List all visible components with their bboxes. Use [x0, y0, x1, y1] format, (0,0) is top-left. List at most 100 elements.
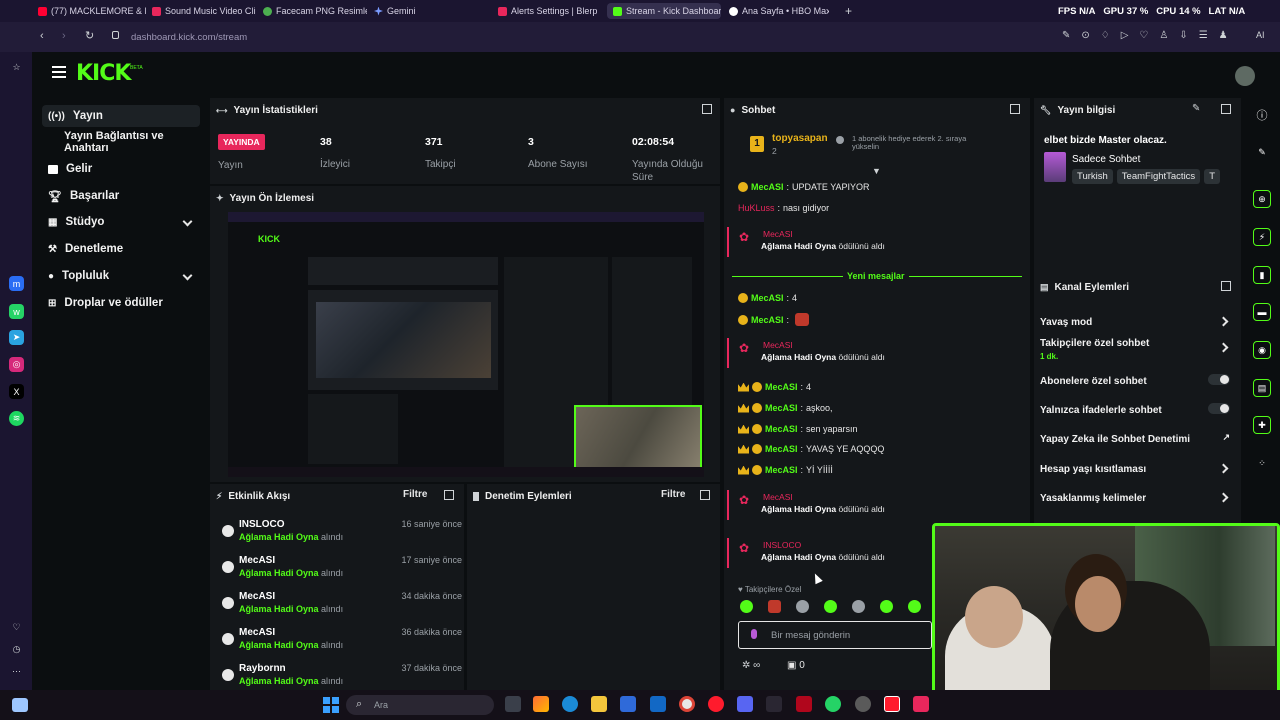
store-icon[interactable] — [620, 696, 636, 712]
menu-icon[interactable] — [52, 66, 66, 78]
task-view-icon[interactable] — [505, 696, 521, 712]
new-tab-icon[interactable]: + — [845, 4, 852, 18]
reward-icon: ✿ — [739, 341, 750, 355]
moderation-filter-button[interactable]: Filtre — [661, 489, 685, 500]
forward-icon[interactable]: › — [62, 30, 66, 42]
tag[interactable]: TeamFightTactics — [1116, 169, 1201, 184]
nav-item-stream[interactable]: ((•)) Yayın — [42, 105, 200, 127]
activity-filter-button[interactable]: Filtre — [403, 489, 427, 500]
tab-alerts-settings[interactable]: Alerts Settings | Blerp — [498, 3, 598, 19]
expand-icon[interactable] — [1221, 104, 1231, 117]
tag[interactable]: T — [1204, 169, 1220, 184]
tab-hbo-max[interactable]: Ana Sayfa • HBO Max — [729, 3, 829, 19]
history-icon[interactable]: ◷ — [9, 642, 24, 657]
nav-item-moderation[interactable]: ⚒ Denetleme — [42, 238, 200, 260]
category-name[interactable]: Sadece Sohbet — [1072, 154, 1140, 165]
emote-icon[interactable] — [796, 600, 809, 613]
edge-icon[interactable] — [562, 696, 578, 712]
star-icon[interactable]: ☆ — [9, 60, 24, 75]
tab-facecam[interactable]: Facecam PNG Resimleri | c... — [263, 3, 367, 19]
tab-gemini[interactable]: Gemini — [374, 3, 434, 19]
expand-icon[interactable] — [444, 490, 454, 503]
chrome-icon[interactable] — [679, 696, 695, 712]
reload-icon[interactable]: ↻ — [85, 29, 94, 42]
nav-item-stream-key[interactable]: Yayın Bağlantısı ve Anahtarı — [42, 130, 200, 154]
spotify-icon[interactable]: ≋ — [9, 411, 24, 426]
account-age-item[interactable]: Hesap yaşı kısıtlaması — [1040, 459, 1230, 479]
edit-icon[interactable]: ✎ — [1192, 103, 1200, 114]
subs-only-toggle[interactable] — [1208, 374, 1230, 385]
stream-preview-video[interactable]: KICK — [228, 212, 704, 477]
card-icon[interactable]: ▮ — [1253, 266, 1271, 284]
chat-input[interactable]: Bir mesaj gönderin — [738, 621, 932, 649]
tab-blerp-clips[interactable]: Sound Music Video Clips... — [152, 3, 256, 19]
emote-icon[interactable] — [740, 600, 753, 613]
opera-gx-icon[interactable] — [884, 696, 900, 712]
opera-icon[interactable] — [708, 696, 724, 712]
ai-moderation-item[interactable]: Yapay Zeka ile Sohbet Denetimi ↗ — [1040, 429, 1230, 449]
whatsapp-icon[interactable] — [825, 696, 841, 712]
discord-icon[interactable] — [737, 696, 753, 712]
kick-logo[interactable]: KICK — [76, 61, 131, 86]
more-icon[interactable]: ⋯ — [9, 664, 24, 679]
emote-icon[interactable] — [880, 600, 893, 613]
expand-icon[interactable] — [702, 104, 712, 117]
copilot-icon[interactable] — [533, 696, 549, 712]
explorer-icon[interactable] — [591, 696, 607, 712]
category-thumbnail[interactable] — [1044, 152, 1066, 182]
nav-item-community[interactable]: ● Topluluk — [42, 265, 200, 287]
expand-icon[interactable] — [1010, 104, 1020, 117]
app-red-icon[interactable] — [913, 696, 929, 712]
store-icon[interactable]: ▤ — [1253, 379, 1271, 397]
message-icon[interactable]: ▬ — [1253, 303, 1271, 321]
instagram-icon[interactable]: ◎ — [9, 357, 24, 372]
nav-item-achievements[interactable]: 🏆︎ Başarılar — [42, 185, 200, 207]
netflix-icon[interactable] — [796, 696, 812, 712]
ai-button[interactable]: AI — [1256, 30, 1265, 40]
widgets-icon[interactable] — [12, 698, 28, 712]
expand-icon[interactable] — [700, 490, 710, 503]
tag[interactable]: Turkish — [1072, 169, 1113, 184]
windows-start-icon[interactable] — [323, 697, 339, 713]
taskbar-search[interactable]: ⌕ Ara — [346, 695, 494, 715]
collapse-icon[interactable]: ▼ — [872, 166, 881, 176]
toolbar-icons[interactable]: ✎⊙♢▷♡♙⇩☰♟ — [1062, 30, 1239, 41]
emote-icon[interactable] — [908, 600, 921, 613]
share-icon[interactable]: ⁘ — [1253, 454, 1271, 472]
pinned-username[interactable]: topyasapan — [772, 133, 828, 144]
app-icon[interactable] — [766, 696, 782, 712]
emote-only-toggle[interactable] — [1208, 403, 1230, 414]
emote-only-item[interactable]: Yalnızca ifadelerle sohbet — [1040, 400, 1230, 420]
nav-item-studio[interactable]: ▦ Stüdyo — [42, 211, 200, 233]
heart-icon[interactable]: ♡ — [9, 620, 24, 635]
back-icon[interactable]: ‹ — [40, 30, 44, 42]
tab-youtube[interactable]: (77) MACKLEMORE & RY... — [38, 3, 146, 19]
slow-mode-item[interactable]: Yavaş mod — [1040, 312, 1230, 332]
followers-only-item[interactable]: Takipçilere özel sohbet 1 dk. — [1040, 338, 1230, 362]
subs-only-item[interactable]: Abonelere özel sohbet — [1040, 371, 1230, 391]
emote-icon[interactable] — [768, 600, 781, 613]
pen-icon[interactable]: ✎ — [1253, 143, 1271, 161]
telegram-icon[interactable]: ➤ — [9, 330, 24, 345]
messenger-icon[interactable]: m — [9, 276, 24, 291]
broadcast-icon[interactable]: ◉ — [1253, 341, 1271, 359]
banned-words-item[interactable]: Yasaklanmış kelimeler — [1040, 488, 1230, 508]
settings-infinity-icon[interactable]: ✲ ∞ — [742, 660, 760, 671]
whatsapp-icon[interactable]: w — [9, 304, 24, 319]
avatar[interactable] — [1235, 66, 1255, 86]
expand-icon[interactable] — [1221, 281, 1231, 294]
wrench-icon[interactable]: ✚ — [1253, 416, 1271, 434]
tab-kick-dashboard[interactable]: Stream - Kick Dashboard — [607, 3, 721, 19]
nav-item-revenue[interactable]: Gelir — [42, 158, 200, 180]
outlook-icon[interactable] — [650, 696, 666, 712]
nav-item-drops[interactable]: ⊞ Droplar ve ödüller — [42, 292, 200, 314]
emote-icon[interactable] — [852, 600, 865, 613]
mic-icon[interactable] — [751, 629, 757, 639]
url-text[interactable]: dashboard.kick.com/stream — [131, 32, 247, 43]
x-icon[interactable]: X — [9, 384, 24, 399]
lightning-icon[interactable]: ⚡︎ — [1253, 228, 1271, 246]
target-icon[interactable]: ⊕ — [1253, 190, 1271, 208]
obs-icon[interactable] — [855, 696, 871, 712]
emote-icon[interactable] — [824, 600, 837, 613]
info-icon[interactable]: ⓘ — [1253, 106, 1271, 124]
